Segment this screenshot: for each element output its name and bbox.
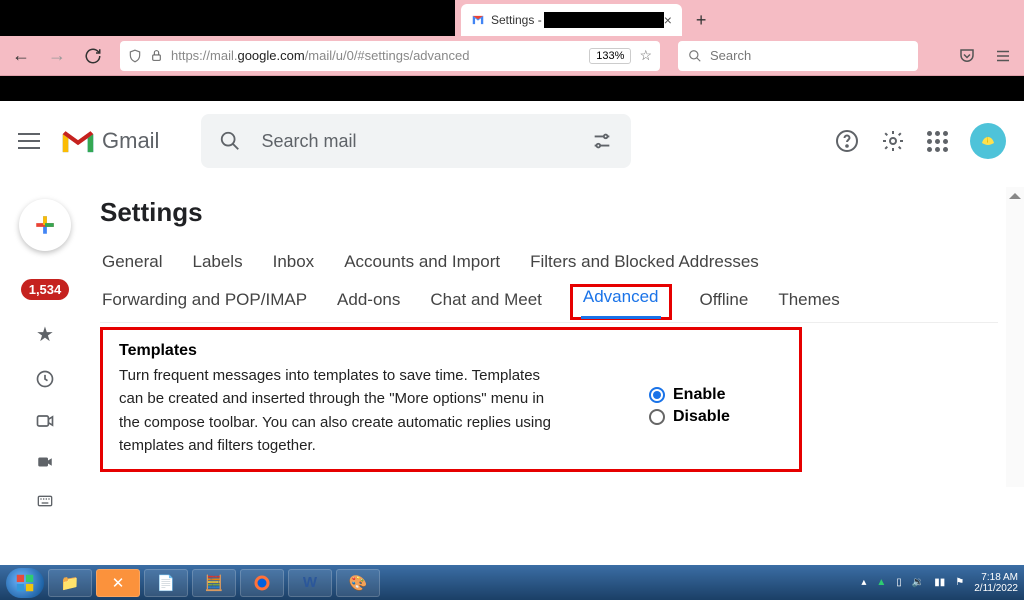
task-calc[interactable]: 🧮 (192, 569, 236, 597)
task-firefox[interactable] (240, 569, 284, 597)
disable-label: Disable (673, 408, 730, 426)
new-tab-button[interactable]: + (696, 4, 707, 36)
clock-date: 2/11/2022 (974, 583, 1018, 594)
tray-up-icon[interactable]: ▴ (861, 577, 866, 588)
settings-tabs: General Labels Inbox Accounts and Import… (100, 246, 998, 284)
templates-disable-option[interactable]: Disable (649, 408, 730, 426)
tray-sound-icon[interactable]: 🔉 (912, 577, 924, 588)
search-options-icon[interactable] (591, 130, 613, 152)
redacted-area (0, 76, 1024, 101)
search-icon (688, 49, 702, 63)
settings-gear-icon[interactable] (881, 129, 905, 153)
left-rail: 1,534 ★ (0, 181, 90, 565)
highlight-advanced-tab: Advanced (570, 284, 672, 320)
main-menu-button[interactable] (18, 133, 40, 149)
search-placeholder: Search (710, 48, 751, 63)
clock-time: 7:18 AM (974, 572, 1018, 583)
shield-icon[interactable] (128, 49, 142, 63)
tray-network-icon[interactable]: ▮▮ (934, 577, 945, 588)
tab-chat[interactable]: Chat and Meet (428, 284, 544, 320)
forward-button[interactable]: → (48, 45, 66, 66)
account-avatar[interactable] (970, 123, 1006, 159)
tab-advanced[interactable]: Advanced (581, 281, 661, 319)
task-paint[interactable]: 🎨 (336, 569, 380, 597)
compose-button[interactable] (19, 199, 71, 251)
task-explorer[interactable]: 📁 (48, 569, 92, 597)
browser-toolbar: ← → https://mail.google.com/mail/u/0/#se… (0, 36, 1024, 76)
tab-labels[interactable]: Labels (190, 246, 244, 282)
settings-tabs-row2: Forwarding and POP/IMAP Add-ons Chat and… (100, 284, 998, 323)
search-icon (219, 130, 241, 152)
tray-flag-icon[interactable]: ⚑ (955, 577, 964, 588)
taskbar-clock[interactable]: 7:18 AM 2/11/2022 (974, 572, 1018, 594)
settings-pane: Settings General Labels Inbox Accounts a… (90, 181, 1024, 565)
back-button[interactable]: ← (12, 45, 30, 66)
page-title: Settings (100, 197, 998, 228)
google-apps-icon[interactable] (927, 131, 948, 152)
browser-tab-active[interactable]: Settings - × (461, 4, 682, 36)
tab-accounts[interactable]: Accounts and Import (342, 246, 502, 282)
reload-button[interactable] (84, 47, 102, 65)
radio-disable-icon (649, 409, 665, 425)
redacted-area (0, 0, 455, 36)
redacted-area (544, 12, 664, 28)
bookmark-star-icon[interactable]: ☆ (639, 47, 652, 64)
tab-addons[interactable]: Add-ons (335, 284, 402, 320)
lock-icon[interactable] (150, 49, 163, 62)
gmail-logo-text: Gmail (102, 128, 159, 154)
start-button[interactable] (6, 568, 44, 598)
gmail-favicon-icon (471, 13, 485, 27)
templates-enable-option[interactable]: Enable (649, 386, 730, 404)
keyboard-icon[interactable] (34, 493, 56, 509)
scrollbar[interactable] (1006, 187, 1024, 487)
tray-battery-icon[interactable]: ▯ (896, 577, 902, 588)
snoozed-icon[interactable] (35, 369, 55, 389)
support-icon[interactable] (835, 129, 859, 153)
templates-setting-highlight: Templates Turn frequent messages into te… (100, 327, 802, 472)
task-xampp[interactable]: ✕ (96, 569, 140, 597)
gmail-header: Gmail Search mail (0, 101, 1024, 181)
tab-filters[interactable]: Filters and Blocked Addresses (528, 246, 761, 282)
url-text: https://mail.google.com/mail/u/0/#settin… (171, 48, 469, 63)
search-mail-box[interactable]: Search mail (201, 114, 631, 168)
scroll-up-icon[interactable] (1009, 187, 1021, 199)
meet-join-icon[interactable] (35, 453, 55, 471)
browser-menu-icon[interactable] (994, 47, 1012, 65)
tab-title: Settings - (491, 13, 542, 27)
task-word[interactable]: W (288, 569, 332, 597)
starred-icon[interactable]: ★ (36, 322, 54, 347)
tab-forwarding[interactable]: Forwarding and POP/IMAP (100, 284, 309, 320)
tab-inbox[interactable]: Inbox (271, 246, 317, 282)
inbox-count-badge[interactable]: 1,534 (21, 279, 70, 300)
templates-description: Turn frequent messages into templates to… (119, 364, 559, 457)
tab-general[interactable]: General (100, 246, 164, 282)
tray-app-icon[interactable]: ▲ (876, 577, 886, 588)
meet-new-icon[interactable] (35, 411, 55, 431)
zoom-badge[interactable]: 133% (589, 48, 631, 64)
enable-label: Enable (673, 386, 725, 404)
browser-search-box[interactable]: Search (678, 41, 918, 71)
gmail-logo[interactable]: Gmail (60, 127, 159, 155)
close-tab-icon[interactable]: × (664, 12, 672, 28)
windows-taskbar: 📁 ✕ 📄 🧮 W 🎨 ▴ ▲ ▯ 🔉 ▮▮ ⚑ 7:18 AM 2/11/20… (0, 565, 1024, 600)
browser-tab-strip: Settings - × + (0, 0, 1024, 36)
address-bar[interactable]: https://mail.google.com/mail/u/0/#settin… (120, 41, 660, 71)
search-mail-placeholder: Search mail (261, 131, 356, 152)
task-notepadpp[interactable]: 📄 (144, 569, 188, 597)
pocket-icon[interactable] (958, 47, 976, 65)
gmail-icon (60, 127, 96, 155)
system-tray[interactable]: ▴ ▲ ▯ 🔉 ▮▮ ⚑ 7:18 AM 2/11/2022 (861, 572, 1018, 594)
radio-enable-icon (649, 387, 665, 403)
tab-offline[interactable]: Offline (698, 284, 751, 320)
tab-themes[interactable]: Themes (776, 284, 841, 320)
templates-heading: Templates (119, 342, 559, 360)
